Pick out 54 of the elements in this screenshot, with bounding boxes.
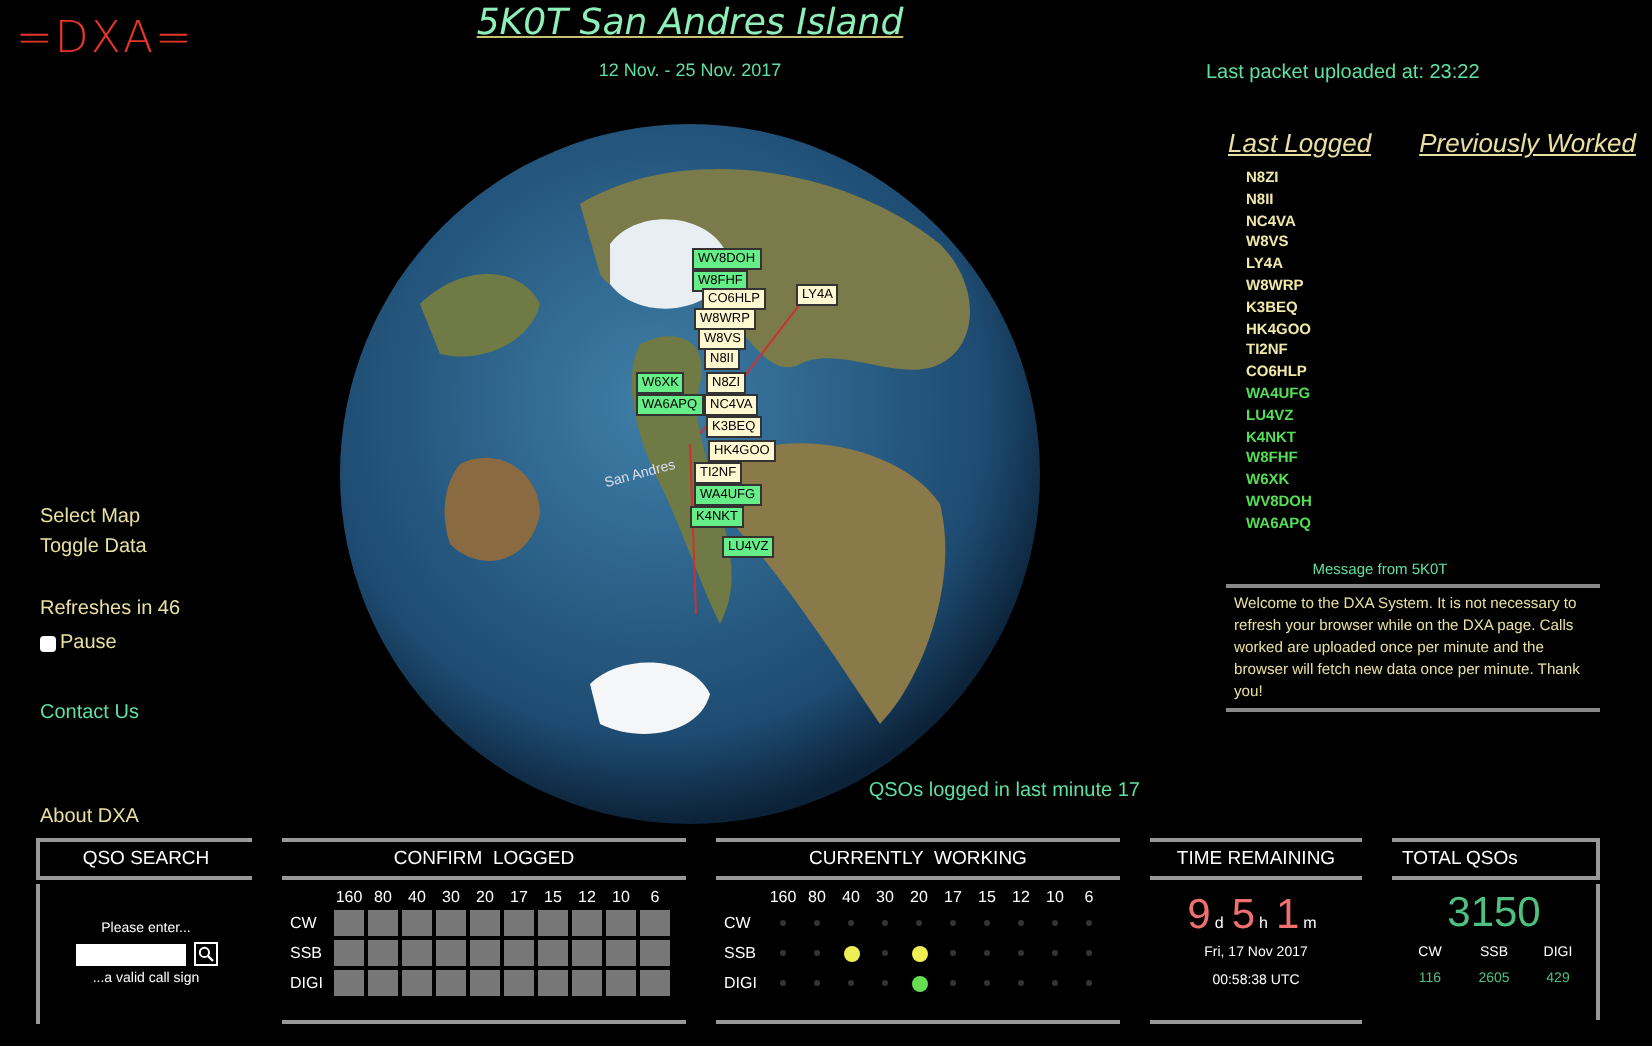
band-label: 80	[372, 888, 394, 906]
pause-label: Pause	[60, 632, 117, 654]
panel-header: TOTAL QSOs	[1392, 838, 1600, 880]
list-heading-link[interactable]: Previously Worked	[1419, 128, 1636, 158]
logo: =DXA=	[16, 14, 194, 64]
total-count: 3150	[1447, 890, 1541, 938]
countdown-value: 1	[1275, 892, 1300, 940]
mode-label: SSB	[724, 942, 759, 966]
band-label: 6	[1082, 888, 1096, 906]
band-label: 30	[440, 888, 462, 906]
band-label: 15	[542, 888, 564, 906]
refresh-countdown: Refreshes in 46	[40, 598, 181, 620]
panel-header: CONFIRM LOGGED	[282, 838, 686, 880]
band-label: 17	[508, 888, 530, 906]
countdown-value: 5	[1231, 892, 1255, 940]
band-label: 160	[768, 888, 798, 906]
search-icon[interactable]	[193, 942, 217, 966]
band-label: 20	[908, 888, 930, 906]
band-label: 10	[1044, 888, 1066, 906]
nav-link[interactable]: Select Map	[40, 502, 141, 532]
nav-link[interactable]: Toggle Data	[40, 532, 147, 562]
contact-link[interactable]: Contact Us	[40, 698, 139, 728]
band-label: 17	[942, 888, 964, 906]
mode-label: CW	[724, 912, 753, 936]
countdown-unit: m	[1303, 914, 1317, 932]
band-label: 40	[406, 888, 428, 906]
panel-header: TIME REMAINING	[1150, 838, 1362, 880]
date-range: 12 Nov. - 25 Nov. 2017	[598, 60, 782, 80]
countdown-unit: h	[1259, 914, 1268, 932]
callsign-input-field[interactable]	[75, 943, 185, 965]
band-label: 12	[576, 888, 598, 906]
about-link[interactable]: About DXA	[40, 802, 139, 832]
page-title[interactable]: 5K0T San Andres Island	[476, 2, 904, 44]
band-label: 30	[874, 888, 896, 906]
band-label: 40	[840, 888, 862, 906]
mode-label: DIGI	[290, 972, 325, 996]
band-label: 160	[334, 888, 364, 906]
mode-label: DIGI	[724, 972, 759, 996]
band-label: 15	[976, 888, 998, 906]
mode-label: CW	[290, 912, 319, 936]
list-heading-link[interactable]: Last Logged	[1228, 128, 1372, 158]
band-label: 12	[1010, 888, 1032, 906]
band-label: 20	[474, 888, 496, 906]
last-packet-time: Last packet uploaded at: 23:22	[1206, 62, 1482, 84]
band-label: 6	[648, 888, 662, 906]
panel-header: CURRENTLY WORKING	[716, 838, 1120, 880]
band-label: 80	[806, 888, 828, 906]
countdown-value: 9	[1187, 892, 1211, 940]
mode-label: SSB	[290, 942, 325, 966]
panel-header: QSO SEARCH	[36, 838, 252, 880]
band-label: 10	[610, 888, 632, 906]
qsos-last-minute: QSOs logged in last minute 17	[868, 780, 1140, 802]
countdown-unit: d	[1214, 914, 1224, 932]
pause-checkbox[interactable]	[40, 635, 56, 651]
